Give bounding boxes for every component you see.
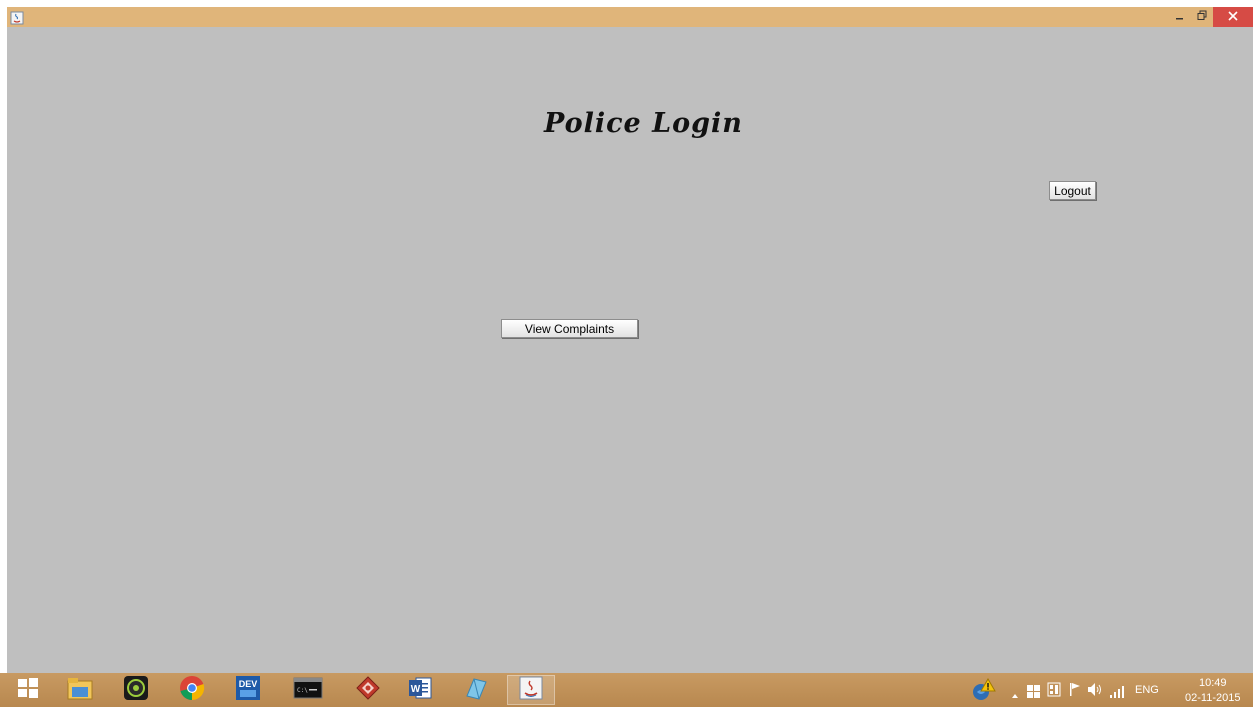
restore-button[interactable] xyxy=(1191,7,1213,27)
word-icon: W xyxy=(406,674,434,706)
title-bar[interactable] xyxy=(7,7,1253,27)
taskbar-dev-cpp[interactable]: DEV xyxy=(224,675,272,705)
taskbar-camera-app[interactable] xyxy=(112,675,160,705)
taskbar-chrome[interactable] xyxy=(168,675,216,705)
close-button[interactable] xyxy=(1213,7,1253,27)
signal-strength-icon[interactable] xyxy=(1109,683,1125,702)
command-prompt-icon: C:\ xyxy=(293,677,323,703)
clock-date[interactable]: 02-11-2015 xyxy=(1185,692,1240,704)
file-explorer-icon xyxy=(66,675,94,705)
svg-text:W: W xyxy=(411,684,421,695)
java-icon xyxy=(518,675,544,705)
taskbar-blue-app[interactable] xyxy=(452,675,500,705)
minimize-icon xyxy=(1175,11,1185,24)
taskbar-file-explorer[interactable] xyxy=(56,675,104,705)
page-title: Police Login xyxy=(544,108,743,139)
show-hidden-icons-icon[interactable] xyxy=(1011,685,1019,704)
svg-text:DEV: DEV xyxy=(239,679,258,689)
svg-text:C:\: C:\ xyxy=(297,687,308,694)
close-icon xyxy=(1228,10,1238,24)
view-complaints-button[interactable]: View Complaints xyxy=(501,319,638,338)
language-indicator[interactable]: ENG xyxy=(1135,684,1159,696)
restore-icon xyxy=(1197,10,1208,24)
logout-button[interactable]: Logout xyxy=(1049,181,1096,200)
system-tray: ENG 10:49 02-11-2015 xyxy=(963,673,1253,707)
device-tray-icon[interactable] xyxy=(1047,682,1061,701)
dev-cpp-icon: DEV xyxy=(234,674,262,706)
camera-app-icon xyxy=(123,675,149,705)
taskbar-word[interactable]: W xyxy=(396,675,444,705)
flag-icon[interactable] xyxy=(1069,682,1081,701)
windows-tray-icon[interactable] xyxy=(1027,683,1040,702)
minimize-button[interactable] xyxy=(1169,7,1191,27)
app-window: Police Login Logout View Complaints xyxy=(7,7,1253,673)
blue-app-icon xyxy=(462,674,490,706)
taskbar: DEV C:\ W ENG 10:49 02-11-2015 xyxy=(0,673,1253,707)
taskbar-command-prompt[interactable]: C:\ xyxy=(280,675,336,705)
start-icon xyxy=(17,677,39,703)
action-center-warning-icon[interactable] xyxy=(971,677,997,707)
taskbar-red-app[interactable] xyxy=(344,675,392,705)
window-content: Police Login Logout View Complaints xyxy=(7,27,1253,673)
start-button[interactable] xyxy=(8,675,48,705)
clock-time[interactable]: 10:49 xyxy=(1199,677,1227,689)
volume-icon[interactable] xyxy=(1087,682,1103,701)
java-app-icon xyxy=(10,10,24,25)
window-controls xyxy=(1169,7,1253,27)
chrome-icon xyxy=(178,674,206,706)
taskbar-java-app[interactable] xyxy=(507,675,555,705)
red-app-icon xyxy=(354,674,382,706)
screen: Police Login Logout View Complaints DEV … xyxy=(0,0,1253,707)
